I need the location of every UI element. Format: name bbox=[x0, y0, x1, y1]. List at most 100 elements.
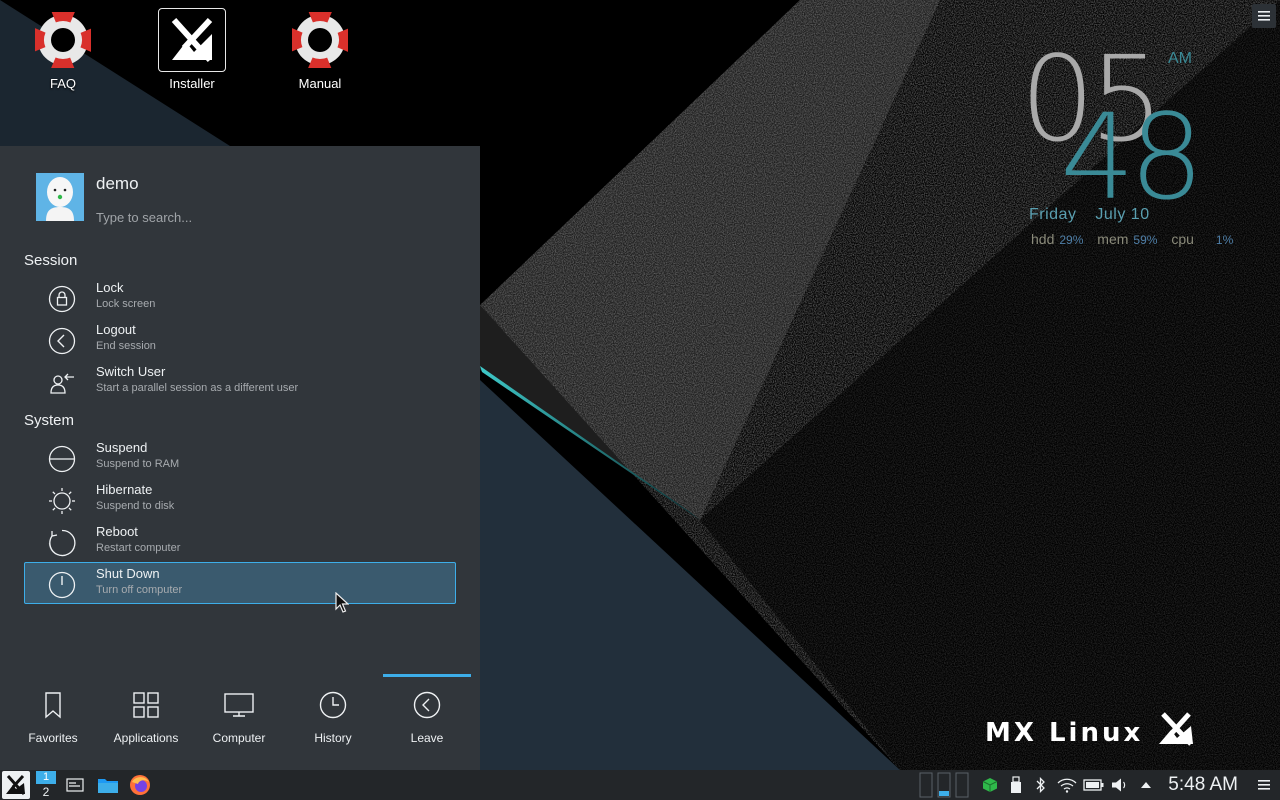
item-description: Lock screen bbox=[96, 298, 156, 310]
clock-widget: 05 48 AM Friday July 10 hdd 29% mem 59% cp… bbox=[1020, 40, 1260, 260]
mx-logo-text: MX Linux bbox=[985, 718, 1144, 748]
stat-label-hdd: hdd bbox=[1031, 231, 1055, 247]
mx-linux-logo: MX Linux bbox=[985, 712, 1195, 748]
item-description: Suspend to disk bbox=[96, 500, 175, 512]
speaker-icon bbox=[1112, 778, 1126, 792]
item-name: Switch User bbox=[96, 364, 166, 379]
launcher-tabbar: Favorites Applications Computer History … bbox=[0, 674, 480, 770]
usb-drive-icon bbox=[1011, 776, 1021, 793]
search-input[interactable] bbox=[96, 210, 456, 225]
task-manager-button[interactable] bbox=[64, 773, 86, 797]
tab-applications[interactable]: Applications bbox=[102, 674, 190, 770]
desktop-pager[interactable]: 1 2 bbox=[36, 771, 56, 799]
tab-label: History bbox=[314, 731, 352, 745]
lock-icon bbox=[48, 285, 76, 313]
bluetooth-tray[interactable] bbox=[1032, 773, 1050, 797]
hamburger-icon bbox=[1258, 780, 1270, 790]
updater-tray[interactable] bbox=[980, 773, 1000, 797]
clock-icon bbox=[319, 691, 347, 719]
suspend-icon bbox=[48, 445, 76, 473]
pager-desktop-2[interactable]: 2 bbox=[36, 785, 56, 799]
tab-favorites[interactable]: Favorites bbox=[9, 674, 97, 770]
stat-value-mem: 59% bbox=[1133, 233, 1158, 247]
battery-tray[interactable] bbox=[1082, 773, 1106, 797]
item-name: Suspend bbox=[96, 440, 148, 455]
leave-icon bbox=[413, 691, 441, 719]
clock-ampm: AM bbox=[1168, 50, 1192, 67]
bluetooth-icon bbox=[1036, 777, 1045, 793]
item-description: Turn off computer bbox=[96, 584, 183, 596]
application-launcher-button[interactable] bbox=[2, 771, 30, 799]
leave-item-reboot[interactable]: Reboot Restart computer bbox=[24, 520, 456, 562]
desktop-icon-manual[interactable]: Manual bbox=[265, 8, 375, 91]
stat-label-cpu: cpu bbox=[1171, 231, 1194, 247]
desktop-icon-label: Manual bbox=[298, 76, 342, 91]
wifi-icon bbox=[1057, 778, 1077, 793]
package-icon bbox=[982, 778, 998, 792]
stat-label-mem: mem bbox=[1097, 231, 1129, 247]
leave-item-logout[interactable]: Logout End session bbox=[24, 318, 456, 360]
clock-day: July 10 bbox=[1095, 206, 1150, 223]
system-stats: hdd 29% mem 59% cpu 1% bbox=[1031, 231, 1243, 247]
lifebuoy-icon bbox=[288, 8, 352, 72]
virtual-desktops-icon bbox=[919, 772, 969, 798]
digital-clock[interactable]: 5:48 AM bbox=[1168, 774, 1238, 796]
item-description: End session bbox=[96, 340, 156, 352]
hibernate-icon bbox=[49, 488, 75, 514]
clock-weekday: Friday bbox=[1029, 206, 1077, 223]
logout-icon bbox=[48, 327, 76, 355]
mouse-cursor-icon bbox=[335, 592, 349, 613]
desktop-icon-label: Installer bbox=[169, 76, 215, 91]
bookmark-icon bbox=[45, 692, 61, 719]
window-list-icon bbox=[66, 778, 84, 792]
leave-item-lock[interactable]: Lock Lock screen bbox=[24, 276, 456, 318]
application-launcher: demo Session Lock Lock screen Logout End… bbox=[0, 146, 480, 770]
network-tray[interactable] bbox=[1056, 773, 1078, 797]
firefox-icon bbox=[130, 775, 150, 795]
item-name: Hibernate bbox=[96, 482, 153, 497]
tab-history[interactable]: History bbox=[289, 674, 377, 770]
file-manager-button[interactable] bbox=[96, 773, 120, 797]
clock-date: Friday July 10 bbox=[1029, 206, 1150, 224]
item-name: Logout bbox=[96, 322, 136, 337]
item-description: Suspend to RAM bbox=[96, 458, 180, 470]
battery-icon bbox=[1083, 779, 1104, 791]
item-name: Shut Down bbox=[96, 566, 160, 581]
chevron-up-icon bbox=[1141, 782, 1151, 788]
leave-item-hibernate[interactable]: Hibernate Suspend to disk bbox=[24, 478, 456, 520]
section-title-system: System bbox=[24, 412, 75, 429]
desktop-icon-label: FAQ bbox=[49, 76, 76, 91]
taskbar: 1 2 5:48 AM bbox=[0, 770, 1280, 800]
mx-logo-icon bbox=[1159, 712, 1194, 746]
grid-icon bbox=[133, 692, 159, 718]
firefox-button[interactable] bbox=[128, 773, 152, 797]
item-name: Reboot bbox=[96, 524, 138, 539]
panel-options-button[interactable] bbox=[1254, 773, 1274, 797]
tab-label: Leave bbox=[410, 731, 444, 745]
folder-icon bbox=[98, 779, 118, 793]
volume-tray[interactable] bbox=[1110, 773, 1130, 797]
avatar[interactable] bbox=[36, 173, 84, 221]
monitor-icon bbox=[224, 693, 254, 717]
mx-start-icon bbox=[6, 774, 26, 795]
tab-computer[interactable]: Computer bbox=[195, 674, 283, 770]
clock-minute: 48 bbox=[1060, 88, 1204, 226]
tray-expander[interactable] bbox=[1136, 773, 1156, 797]
removable-devices-tray[interactable] bbox=[1006, 773, 1026, 797]
switch-user-icon bbox=[50, 373, 74, 394]
tab-label: Favorites bbox=[28, 731, 78, 745]
leave-item-switch-user[interactable]: Switch User Start a parallel session as … bbox=[24, 360, 456, 402]
user-name: demo bbox=[96, 174, 139, 193]
desktop-icon-installer[interactable]: Installer bbox=[137, 8, 247, 91]
item-description: Restart computer bbox=[96, 542, 181, 554]
desktop-menu-button[interactable] bbox=[1252, 4, 1276, 28]
mx-installer-icon bbox=[158, 8, 226, 72]
pager-desktop-1[interactable]: 1 bbox=[36, 771, 56, 784]
leave-item-suspend[interactable]: Suspend Suspend to RAM bbox=[24, 436, 456, 478]
lifebuoy-icon bbox=[31, 8, 95, 72]
desktop-icon-faq[interactable]: FAQ bbox=[8, 8, 118, 91]
tab-leave[interactable]: Leave bbox=[383, 674, 471, 770]
leave-item-shut-down[interactable]: Shut Down Turn off computer bbox=[24, 562, 456, 604]
active-tab-indicator bbox=[383, 674, 471, 677]
activity-pager[interactable] bbox=[918, 772, 970, 798]
